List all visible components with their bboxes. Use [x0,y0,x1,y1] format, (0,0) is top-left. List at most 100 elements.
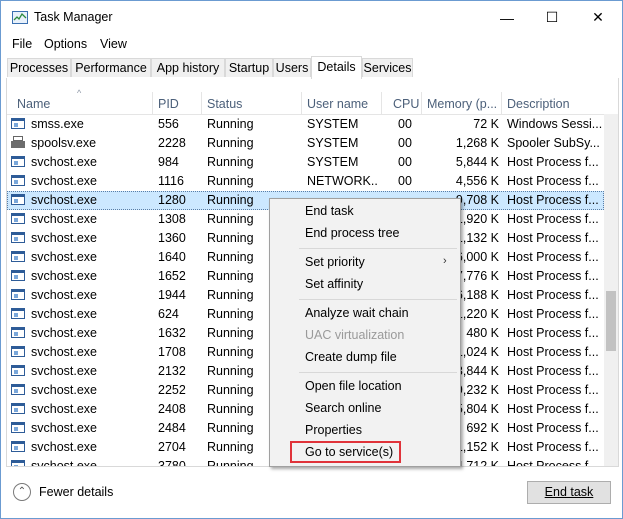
menu-file[interactable]: File [12,37,32,51]
column-divider[interactable] [421,92,422,114]
cell-name: svchost.exe [31,364,98,378]
cell-description: Host Process f... [507,269,599,283]
cell-pid: 1360 [158,231,186,245]
column-divider[interactable] [301,92,302,114]
context-item-label: End task [305,204,354,218]
column-header-pid[interactable]: PID [158,97,179,111]
tab-app-history[interactable]: App history [151,58,225,77]
cell-description: Host Process f... [507,212,599,226]
context-item-search-online[interactable]: Search online [271,398,459,419]
cell-pid: 984 [158,155,179,169]
column-divider[interactable] [201,92,202,114]
table-row[interactable]: svchost.exe 1116 Running NETWORK... 00 4,556 … [7,172,604,191]
table-row[interactable]: svchost.exe 984 Running SYSTEM 00 5,844 K Host… [7,153,604,172]
process-icon [11,365,25,376]
cell-description: Windows Sessi... [507,117,602,131]
process-icon [11,213,25,224]
scrollbar-thumb[interactable] [606,291,616,351]
cell-memory: 4,556 K [455,174,499,188]
cell-pid: 2132 [158,364,186,378]
cell-description: Host Process f... [507,307,599,321]
context-item-open-file-location[interactable]: Open file location [271,376,459,397]
tab-startup[interactable]: Startup [225,58,273,77]
column-header-cpu[interactable]: CPU [393,97,419,111]
cell-name: svchost.exe [31,307,98,321]
context-item-set-affinity[interactable]: Set affinity [271,274,459,295]
context-item-uac-virtualization: UAC virtualization [271,325,459,346]
context-item-label: UAC virtualization [305,328,405,342]
menu-options[interactable]: Options [44,37,87,51]
column-header-user-name[interactable]: User name [307,97,368,111]
tab-users[interactable]: Users [273,58,311,77]
cell-status: Running [207,117,254,131]
context-item-set-priority[interactable]: Set priority › [271,252,459,273]
title-bar: Task Manager — ☐ ✕ [1,1,622,34]
cell-pid: 2704 [158,440,186,454]
cell-description: Host Process f... [507,440,599,454]
tab-details[interactable]: Details [311,56,362,79]
column-header-description[interactable]: Description [507,97,570,111]
printer-icon [11,136,25,149]
column-header-status[interactable]: Status [207,97,242,111]
maximize-button[interactable]: ☐ [529,1,575,34]
column-divider[interactable] [501,92,502,114]
tab-performance[interactable]: Performance [71,58,151,77]
minimize-button[interactable]: — [484,1,530,34]
process-icon [11,289,25,300]
column-header-name[interactable]: Name [17,97,50,111]
cell-user-name: SYSTEM [307,117,359,131]
cell-status: Running [207,136,254,150]
cell-name: svchost.exe [31,193,98,207]
cell-description: Host Process f... [507,421,599,435]
task-manager-window: Task Manager — ☐ ✕ File Options View Pro… [0,0,623,519]
end-task-button[interactable]: End task [527,481,611,504]
context-item-end-process-tree[interactable]: End process tree [271,223,459,244]
cell-description: Host Process f... [507,383,599,397]
context-item-analyze-wait-chain[interactable]: Analyze wait chain [271,303,459,324]
context-item-label: Create dump file [305,350,397,364]
cell-cpu: 00 [398,136,412,150]
vertical-scrollbar[interactable] [604,114,618,466]
cell-status: Running [207,174,254,188]
cell-name: svchost.exe [31,440,98,454]
table-row[interactable]: spoolsv.exe 2228 Running SYSTEM 00 1,268 K Spo… [7,134,604,153]
cell-pid: 3780 [158,459,186,467]
menu-separator [299,248,457,249]
cell-name: svchost.exe [31,174,98,188]
cell-name: svchost.exe [31,402,98,416]
context-item-label: Set affinity [305,277,364,291]
cell-description: Host Process f... [507,155,599,169]
cell-pid: 1632 [158,326,186,340]
cell-cpu: 00 [398,174,412,188]
menu-view[interactable]: View [100,37,127,51]
context-item-label: Search online [305,401,382,415]
column-divider[interactable] [152,92,153,114]
cell-cpu: 00 [398,155,412,169]
cell-description: Host Process f... [507,193,599,207]
tab-processes[interactable]: Processes [7,58,71,77]
close-button[interactable]: ✕ [575,1,621,34]
cell-name: spoolsv.exe [31,136,97,150]
process-icon [11,327,25,338]
process-icon [11,308,25,319]
column-header-memory[interactable]: Memory (p... [427,97,501,111]
cell-name: svchost.exe [31,231,98,245]
process-icon [11,441,25,452]
context-item-label: Set priority [305,255,365,269]
table-row[interactable]: smss.exe 556 Running SYSTEM 00 72 K Windows Se… [7,115,604,134]
context-item-end-task[interactable]: End task [271,201,459,222]
context-item-properties[interactable]: Properties [271,420,459,441]
cell-description: Host Process f... [507,174,599,188]
cell-pid: 2408 [158,402,186,416]
fewer-details-link[interactable]: Fewer details [39,485,113,499]
cell-pid: 2484 [158,421,186,435]
sort-up-icon: ^ [77,88,82,98]
cell-name: svchost.exe [31,421,98,435]
context-menu: End task End process tree Set priority › Set… [269,198,461,467]
cell-description: Host Process f... [507,364,599,378]
chevron-up-icon[interactable]: ⌃ [13,483,31,501]
tab-services[interactable]: Services [362,58,413,77]
column-divider[interactable] [381,92,382,114]
cell-description: Host Process f... [507,459,599,467]
context-item-create-dump-file[interactable]: Create dump file [271,347,459,368]
